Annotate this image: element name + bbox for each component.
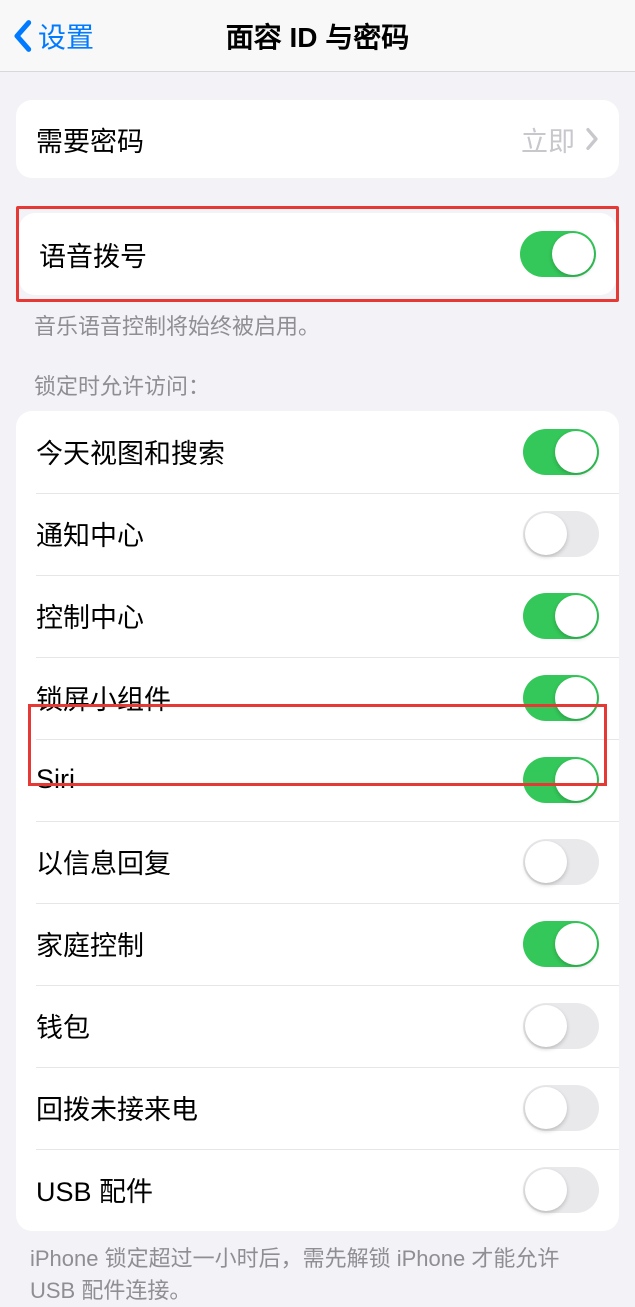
lock-access-label: 回拨未接来电 — [36, 1088, 198, 1127]
lock-access-toggle[interactable] — [523, 1003, 599, 1049]
voice-dial-toggle[interactable] — [520, 231, 596, 277]
lock-access-toggle[interactable] — [523, 1085, 599, 1131]
lock-access-toggle[interactable] — [523, 429, 599, 475]
lock-access-label: 以信息回复 — [36, 842, 171, 881]
lock-access-label: Siri — [36, 764, 75, 795]
voice-dial-label: 语音拨号 — [39, 235, 147, 274]
lock-access-toggle[interactable] — [523, 839, 599, 885]
lock-access-label: 锁屏小组件 — [36, 678, 171, 717]
lock-access-row: USB 配件 — [16, 1149, 619, 1231]
lock-access-row: 家庭控制 — [16, 903, 619, 985]
lock-access-label: 家庭控制 — [36, 924, 144, 963]
lock-access-list: 今天视图和搜索通知中心控制中心锁屏小组件 Siri 以信息回复家庭控制钱包回拨未接来… — [16, 411, 619, 1231]
chevron-right-icon — [585, 127, 599, 151]
lock-access-toggle[interactable] — [523, 921, 599, 967]
lock-access-row: 今天视图和搜索 — [16, 411, 619, 493]
lock-access-row: 以信息回复 — [16, 821, 619, 903]
back-label: 设置 — [38, 16, 94, 56]
lock-access-row: 通知中心 — [16, 493, 619, 575]
lock-access-toggle[interactable] — [523, 511, 599, 557]
voice-dial-footer: 音乐语音控制将始终被启用。 — [0, 302, 635, 343]
chevron-left-icon — [12, 19, 32, 53]
lock-access-label: 今天视图和搜索 — [36, 432, 225, 471]
lock-access-row: 控制中心 — [16, 575, 619, 657]
lock-access-header: 锁定时允许访问： — [0, 343, 635, 411]
require-passcode-row[interactable]: 需要密码 立即 — [16, 100, 619, 178]
navigation-bar: 设置 面容 ID 与密码 — [0, 0, 635, 72]
lock-access-row: 锁屏小组件 — [16, 657, 619, 739]
lock-access-row: Siri — [16, 739, 619, 821]
require-passcode-label: 需要密码 — [36, 120, 144, 159]
lock-access-toggle[interactable] — [523, 1167, 599, 1213]
lock-access-label: 钱包 — [36, 1006, 90, 1045]
lock-access-label: USB 配件 — [36, 1170, 153, 1209]
usb-footer: iPhone 锁定超过一小时后，需先解锁 iPhone 才能允许 USB 配件连… — [0, 1231, 635, 1307]
lock-access-toggle[interactable] — [523, 593, 599, 639]
voice-dial-highlight: 语音拨号 — [16, 206, 619, 302]
page-title: 面容 ID 与密码 — [12, 16, 623, 56]
back-button[interactable]: 设置 — [12, 16, 94, 56]
lock-access-row: 钱包 — [16, 985, 619, 1067]
voice-dial-row: 语音拨号 — [19, 213, 616, 295]
lock-access-label: 控制中心 — [36, 596, 144, 635]
require-passcode-value: 立即 — [521, 120, 575, 159]
lock-access-toggle[interactable] — [523, 757, 599, 803]
lock-access-label: 通知中心 — [36, 514, 144, 553]
lock-access-toggle[interactable] — [523, 675, 599, 721]
lock-access-row: 回拨未接来电 — [16, 1067, 619, 1149]
